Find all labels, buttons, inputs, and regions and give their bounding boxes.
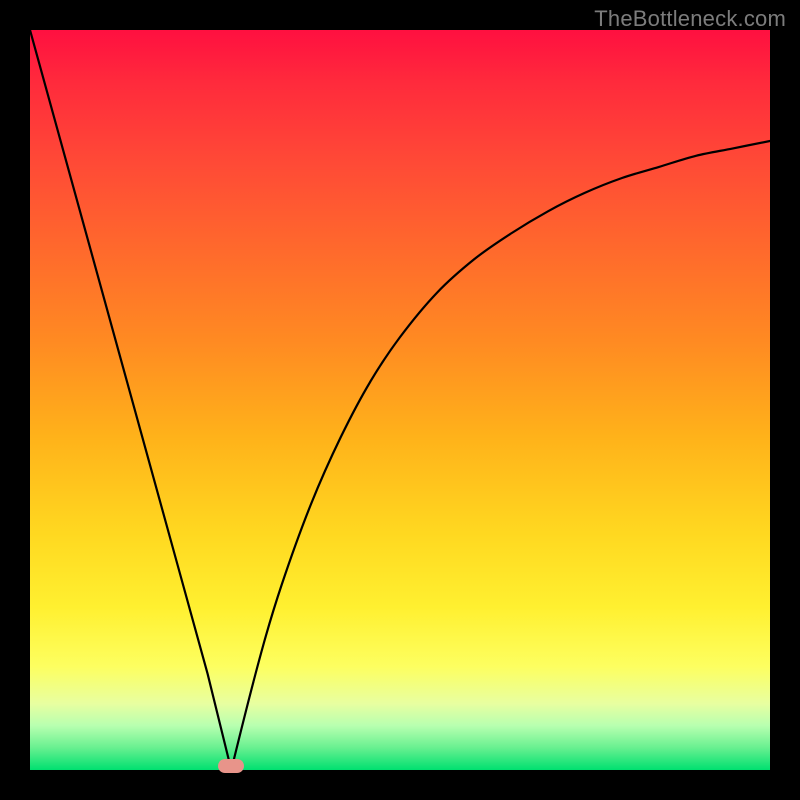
- bottleneck-marker: [218, 759, 244, 773]
- plot-area: [30, 30, 770, 770]
- chart-frame: TheBottleneck.com: [0, 0, 800, 800]
- bottleneck-curve: [30, 30, 770, 770]
- curve-path: [30, 30, 770, 770]
- watermark-text: TheBottleneck.com: [594, 6, 786, 32]
